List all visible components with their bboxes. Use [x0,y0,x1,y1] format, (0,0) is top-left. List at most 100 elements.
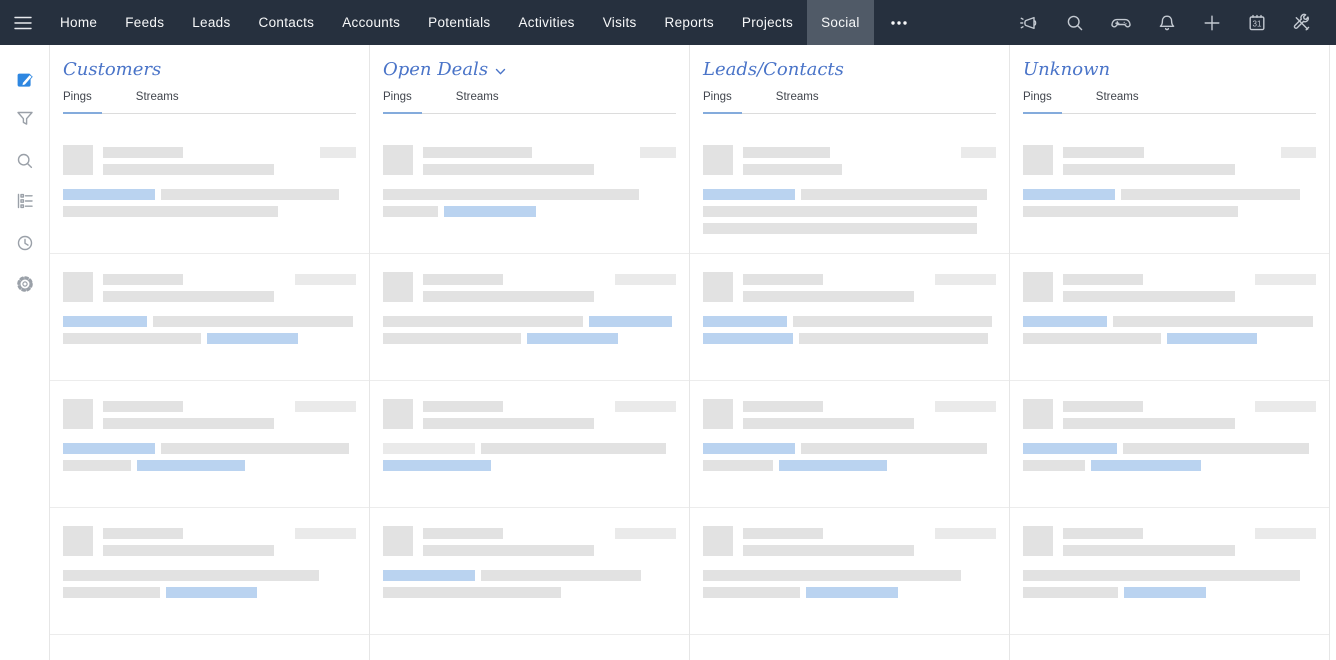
author-placeholder [743,147,830,158]
search-icon[interactable] [1065,13,1085,33]
compose-icon[interactable] [15,69,35,89]
body-line-placeholder [63,443,356,454]
nav-item-activities[interactable]: Activities [504,0,588,45]
ping-card-placeholder [690,127,1009,254]
avatar [1023,526,1053,556]
tab-pings[interactable]: Pings [383,91,422,114]
more-menu-icon[interactable] [874,0,924,45]
tab-streams[interactable]: Streams [1096,91,1149,114]
ping-card-placeholder [1010,127,1329,254]
text-placeholder [1113,316,1313,327]
timestamp-placeholder [1281,147,1316,158]
column-header: Open Deals Pings Streams [370,45,689,114]
link-text-placeholder [703,189,795,200]
tab-streams[interactable]: Streams [776,91,829,114]
link-text-placeholder [166,587,257,598]
link-text-placeholder [63,443,155,454]
body-line-placeholder [1023,189,1316,200]
announcement-icon[interactable] [1019,13,1040,33]
author-placeholder [423,528,503,539]
filter-icon[interactable] [15,110,35,130]
link-text-placeholder [63,316,147,327]
chevron-down-icon[interactable] [495,68,506,76]
body-line-placeholder [1023,587,1316,598]
timestamp-placeholder [320,147,356,158]
column-title: Open Deals [383,59,489,80]
avatar [63,399,93,429]
body-line-placeholder [1023,460,1316,471]
nav-item-feeds[interactable]: Feeds [111,0,178,45]
link-text-placeholder [444,206,536,217]
text-placeholder [703,223,977,234]
nav-item-visits[interactable]: Visits [589,0,651,45]
subtitle-placeholder [743,291,914,302]
link-text-placeholder [1091,460,1201,471]
tools-icon[interactable] [1292,13,1312,33]
link-text-placeholder [779,460,887,471]
body-line-placeholder [703,443,996,454]
author-placeholder [103,274,183,285]
social-columns: Customers Pings Streams Open Deals Pings… [50,45,1336,660]
nav-item-social[interactable]: Social [807,0,874,45]
timestamp-placeholder [1255,401,1316,412]
gamepad-icon[interactable] [1110,13,1132,33]
body-line-placeholder [1023,570,1316,581]
tab-streams[interactable]: Streams [136,91,189,114]
author-placeholder [103,528,183,539]
nav-item-reports[interactable]: Reports [651,0,728,45]
tab-pings[interactable]: Pings [703,91,742,114]
subtitle-placeholder [423,164,594,175]
calendar-31-icon[interactable]: 31 [1247,13,1267,33]
subtitle-placeholder [103,291,274,302]
timestamp-placeholder [615,528,676,539]
body-line-placeholder [1023,206,1316,217]
pings-feed [1010,114,1329,635]
author-placeholder [423,274,503,285]
text-placeholder [1023,570,1300,581]
tab-pings[interactable]: Pings [1023,91,1062,114]
body-line-placeholder [383,333,676,344]
column-title: Customers [63,59,162,80]
ping-card-placeholder [50,381,369,508]
link-text-placeholder [806,587,898,598]
nav-item-home[interactable]: Home [46,0,111,45]
avatar [703,145,733,175]
body-line-placeholder [63,206,356,217]
tab-streams[interactable]: Streams [456,91,509,114]
ping-card-placeholder [1010,381,1329,508]
streams-list-icon[interactable] [15,192,35,212]
body-line-placeholder [1023,443,1316,454]
social-column-open-deals: Open Deals Pings Streams [370,45,690,660]
link-text-placeholder [137,460,245,471]
nav-item-projects[interactable]: Projects [728,0,807,45]
nav-item-potentials[interactable]: Potentials [414,0,504,45]
link-text-placeholder [703,443,795,454]
pings-feed [50,114,369,635]
search-icon[interactable] [15,151,35,171]
tab-pings[interactable]: Pings [63,91,102,114]
ping-card-placeholder [370,127,689,254]
body-line-placeholder [383,443,676,454]
avatar [703,399,733,429]
body-line-placeholder [383,570,676,581]
column-title: Unknown [1023,59,1111,80]
hamburger-menu-icon[interactable] [0,0,46,45]
add-plus-icon[interactable] [1202,13,1222,33]
author-placeholder [1063,274,1143,285]
calendar-day-label: 31 [1253,19,1262,28]
ping-card-placeholder [50,127,369,254]
link-text-placeholder [1124,587,1206,598]
settings-gear-icon[interactable] [15,274,35,294]
nav-item-leads[interactable]: Leads [178,0,244,45]
body-line-placeholder [63,316,356,327]
timestamp-placeholder [295,401,356,412]
avatar [1023,145,1053,175]
nav-item-contacts[interactable]: Contacts [245,0,329,45]
history-clock-icon[interactable] [15,233,35,253]
link-text-placeholder [63,189,155,200]
link-text-placeholder [1023,316,1107,327]
nav-item-accounts[interactable]: Accounts [328,0,414,45]
text-placeholder [703,570,961,581]
subtitle-placeholder [103,545,274,556]
notifications-bell-icon[interactable] [1157,13,1177,33]
